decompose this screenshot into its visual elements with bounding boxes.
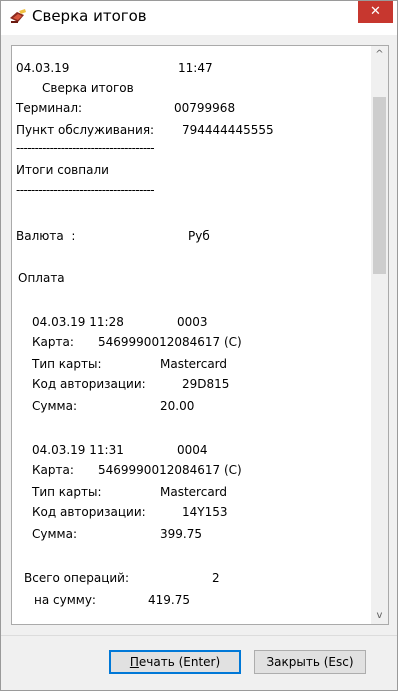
tx-auth-value: 29D815 — [182, 377, 230, 391]
print-button-label: ечать (Enter) — [138, 655, 221, 669]
scrollbar-thumb[interactable] — [373, 97, 386, 274]
tx-amount-value: 20.00 — [160, 399, 195, 413]
terminal-label: Терминал: — [16, 101, 83, 115]
window-title: Сверка итогов — [32, 7, 147, 25]
separator-line: ------------------------------------- — [16, 183, 155, 197]
tx-card-label: Карта: — [32, 335, 74, 349]
print-button[interactable]: Печать (Enter) — [109, 650, 241, 674]
scroll-up-button[interactable]: ^ — [371, 46, 388, 63]
tx-card-label: Карта: — [32, 463, 74, 477]
report-date: 04.03.19 — [16, 61, 70, 75]
tx-number: 0004 — [177, 443, 208, 457]
service-point-label: Пункт обслуживания: — [16, 123, 155, 137]
tx-card-type-label: Тип карты: — [32, 485, 102, 499]
tx-card-value: 5469990012084617 (C) — [98, 335, 242, 349]
report-view[interactable]: 04.03.19 11:47 Сверка итогов Терминал: 0… — [11, 45, 389, 625]
payment-section-title: Оплата — [18, 271, 65, 285]
close-icon: ✕ — [370, 4, 381, 19]
total-sum-value: 419.75 — [148, 593, 190, 607]
tx-number: 0003 — [177, 315, 208, 329]
scroll-down-button[interactable]: v — [371, 607, 388, 624]
chevron-down-icon: v — [376, 610, 383, 621]
tx-auth-value: 14Y153 — [182, 505, 228, 519]
tx-amount-label: Сумма: — [32, 527, 77, 541]
chevron-up-icon: ^ — [375, 49, 384, 60]
tx-amount-label: Сумма: — [32, 399, 77, 413]
total-sum-label: на сумму: — [34, 593, 96, 607]
title-bar[interactable]: Сверка итогов ✕ — [1, 1, 397, 35]
tx-card-type-value: Mastercard — [160, 357, 228, 371]
separator-line: ------------------------------------- — [16, 141, 155, 155]
button-bar: Печать (Enter) Закрыть (Esc) — [1, 635, 397, 690]
report-heading: Сверка итогов — [42, 81, 134, 95]
service-point-value: 794444445555 — [182, 123, 274, 137]
tx-card-value: 5469990012084617 (C) — [98, 463, 242, 477]
tx-amount-value: 399.75 — [160, 527, 202, 541]
tx-auth-label: Код авторизации: — [32, 505, 146, 519]
close-button-label: Закрыть (Esc) — [266, 655, 354, 669]
dialog-window: Сверка итогов ✕ 04.03.19 11:47 Сверка ит… — [0, 0, 398, 691]
tx-auth-label: Код авторизации: — [32, 377, 146, 391]
report-time: 11:47 — [178, 61, 213, 75]
total-ops-value: 2 — [212, 571, 220, 585]
card-reader-icon — [10, 9, 26, 23]
tx-datetime: 04.03.19 11:28 — [32, 315, 124, 329]
tx-card-type-label: Тип карты: — [32, 357, 102, 371]
totals-status: Итоги совпали — [16, 163, 109, 177]
total-ops-label: Всего операций: — [24, 571, 130, 585]
terminal-value: 00799968 — [174, 101, 236, 115]
tx-card-type-value: Mastercard — [160, 485, 228, 499]
close-button[interactable]: Закрыть (Esc) — [254, 650, 366, 674]
print-button-mnemonic: П — [129, 655, 139, 669]
currency-value: Руб — [188, 229, 210, 243]
tx-datetime: 04.03.19 11:31 — [32, 443, 124, 457]
currency-label: Валюта : — [16, 229, 76, 243]
close-window-button[interactable]: ✕ — [358, 1, 393, 23]
vertical-scrollbar[interactable]: ^ v — [371, 46, 388, 624]
